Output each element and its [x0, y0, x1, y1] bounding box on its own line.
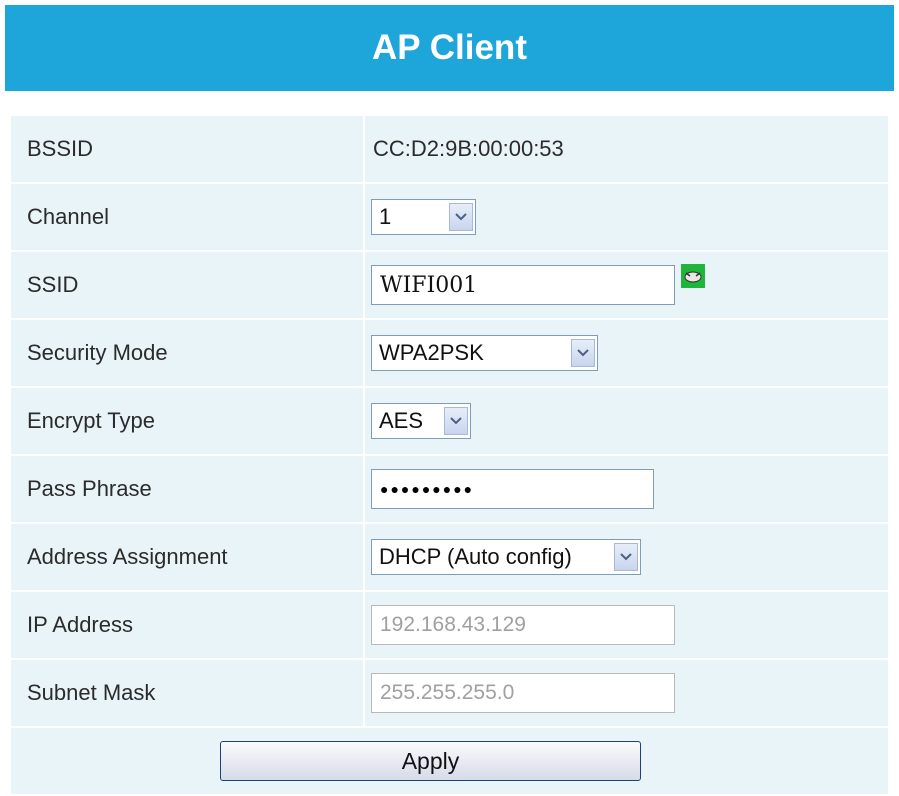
chevron-down-icon[interactable]	[571, 339, 595, 367]
channel-select-value: 1	[379, 204, 392, 229]
chevron-down-icon[interactable]	[449, 203, 473, 231]
ssid-input-value: WIFI001	[380, 272, 478, 298]
pass-phrase-label: Pass Phrase	[11, 456, 363, 522]
pass-phrase-input[interactable]: ●●●●●●●●●	[371, 469, 654, 509]
bssid-label: BSSID	[11, 116, 363, 182]
address-assignment-select-value: DHCP (Auto config)	[379, 544, 572, 569]
row-bssid: BSSID CC:D2:9B:00:00:53	[11, 116, 888, 182]
ip-address-label: IP Address	[11, 592, 363, 658]
bssid-value: CC:D2:9B:00:00:53	[365, 116, 888, 182]
address-assignment-select[interactable]: DHCP (Auto config)	[371, 539, 641, 575]
address-assignment-label: Address Assignment	[11, 524, 363, 590]
subnet-mask-label: Subnet Mask	[11, 660, 363, 726]
row-address-assignment: Address Assignment DHCP (Auto config)	[11, 524, 888, 590]
row-pass-phrase: Pass Phrase ●●●●●●●●●	[11, 456, 888, 522]
row-encrypt-type: Encrypt Type AES	[11, 388, 888, 454]
encrypt-type-select[interactable]: AES	[371, 403, 471, 439]
ssid-label: SSID	[11, 252, 363, 318]
chevron-down-icon[interactable]	[444, 407, 468, 435]
encrypt-type-label: Encrypt Type	[11, 388, 363, 454]
security-mode-select-value: WPA2PSK	[379, 340, 484, 365]
ip-address-input-value: 192.168.43.129	[380, 613, 526, 636]
security-mode-select[interactable]: WPA2PSK	[371, 335, 598, 371]
pass-phrase-input-value: ●●●●●●●●●	[380, 481, 475, 497]
row-apply: Apply	[11, 728, 888, 794]
encrypt-type-select-value: AES	[379, 408, 424, 433]
chevron-down-icon[interactable]	[614, 543, 638, 571]
ap-client-form: BSSID CC:D2:9B:00:00:53 Channel 1 SSID W…	[11, 116, 888, 794]
apply-button[interactable]: Apply	[220, 741, 641, 781]
row-security-mode: Security Mode WPA2PSK	[11, 320, 888, 386]
ssid-input[interactable]: WIFI001	[371, 265, 675, 305]
channel-select[interactable]: 1	[371, 199, 476, 235]
subnet-mask-input[interactable]: 255.255.255.0	[371, 673, 675, 713]
row-ip-address: IP Address 192.168.43.129	[11, 592, 888, 658]
channel-label: Channel	[11, 184, 363, 250]
page-header: AP Client	[5, 5, 894, 91]
row-subnet-mask: Subnet Mask 255.255.255.0	[11, 660, 888, 726]
scan-icon[interactable]	[681, 264, 705, 288]
page-title: AP Client	[372, 28, 527, 67]
security-mode-label: Security Mode	[11, 320, 363, 386]
row-ssid: SSID WIFI001	[11, 252, 888, 318]
row-channel: Channel 1	[11, 184, 888, 250]
ip-address-input[interactable]: 192.168.43.129	[371, 605, 675, 645]
subnet-mask-input-value: 255.255.255.0	[380, 681, 515, 704]
